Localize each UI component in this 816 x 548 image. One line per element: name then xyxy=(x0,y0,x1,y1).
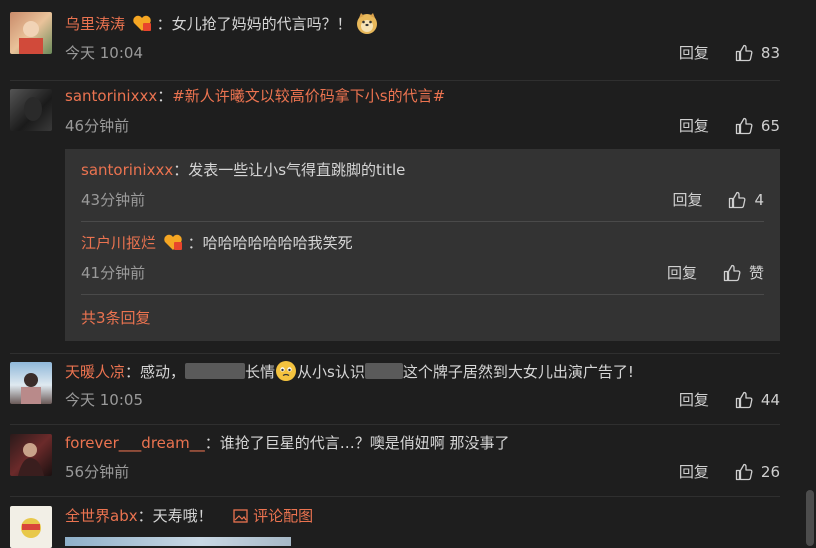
like-button[interactable]: 26 xyxy=(735,462,780,482)
like-button[interactable]: 83 xyxy=(735,43,780,63)
redacted-text xyxy=(364,363,403,379)
comment-actions: 回复 4 xyxy=(672,190,764,210)
comment-text: forever___dream__：谁抢了巨星的代言…？噢是俏妞啊 那没事了 xyxy=(65,433,509,453)
more-replies-link[interactable]: 共3条回复 xyxy=(81,307,151,328)
comment-body: 从小s认识 xyxy=(297,363,365,381)
comment-body: ：哈哈哈哈哈哈哈我笑死 xyxy=(187,234,353,252)
thumbs-up-icon xyxy=(735,463,753,481)
reply-button[interactable]: 回复 xyxy=(679,116,709,136)
like-button[interactable]: 赞 xyxy=(723,263,764,283)
avatar-image xyxy=(18,443,44,476)
comment-time: 56分钟前 xyxy=(65,463,130,481)
divider xyxy=(10,424,780,425)
comment-time: 43分钟前 xyxy=(81,191,146,209)
scrollbar[interactable] xyxy=(800,0,816,546)
reply-thread: santorinixxx：发表一些让小s气得直跳脚的title 43分钟前 回复… xyxy=(65,149,780,341)
avatar-image xyxy=(21,518,41,538)
comment-body: 这个牌子居然到大女儿出演广告了! xyxy=(402,363,634,381)
vip-badge-icon xyxy=(164,234,182,250)
reply-button[interactable]: 回复 xyxy=(667,263,697,283)
comment-3: 天暖人凉：感动， 长情 从小s认识 这个牌子居然到大女儿出演广告了! 今天 10:05… xyxy=(0,355,780,425)
avatar-image xyxy=(21,373,41,404)
comment-actions: 回复 赞 xyxy=(667,263,764,283)
reply-button[interactable]: 回复 xyxy=(679,462,709,482)
thumbs-up-icon xyxy=(735,117,753,135)
scrollbar-thumb[interactable] xyxy=(806,490,814,546)
comment-1: 乌里涛涛 ：女儿抢了妈妈的代言吗？！ 今天 10:04 回复 83 xyxy=(0,0,780,80)
comment-text: 全世界abx：天寿哦！ 评论配图 xyxy=(65,506,313,526)
comment-time: 46分钟前 xyxy=(65,117,130,135)
avatar[interactable] xyxy=(10,12,52,54)
avatar-image xyxy=(19,21,43,54)
reply-button[interactable]: 回复 xyxy=(679,390,709,410)
comment-image-preview[interactable] xyxy=(65,537,291,546)
comment-body: ：感动， xyxy=(125,363,186,381)
vip-badge-icon xyxy=(133,15,151,31)
avatar[interactable] xyxy=(10,89,52,131)
doge-emoji-icon xyxy=(357,13,378,34)
like-button[interactable]: 65 xyxy=(735,116,780,136)
like-count: 赞 xyxy=(748,264,764,282)
comment-body: 长情 xyxy=(245,363,276,381)
reply-button[interactable]: 回复 xyxy=(679,43,709,63)
comment-body: ：女儿抢了妈妈的代言吗？！ xyxy=(156,15,352,33)
username[interactable]: 天暖人凉 xyxy=(65,363,125,381)
comment-actions: 回复 26 xyxy=(679,462,780,482)
like-button[interactable]: 44 xyxy=(735,390,780,410)
divider xyxy=(10,496,780,497)
thumbs-up-icon xyxy=(729,191,746,209)
thumbs-up-icon xyxy=(735,44,753,62)
comment-actions: 回复 65 xyxy=(679,116,780,136)
divider xyxy=(10,80,780,81)
like-count: 44 xyxy=(760,391,780,409)
comment-time: 今天 10:04 xyxy=(65,44,143,62)
comment-4: forever___dream__：谁抢了巨星的代言…？噢是俏妞啊 那没事了 5… xyxy=(0,426,780,496)
image-link-label: 评论配图 xyxy=(253,507,314,525)
comment-body: ：天寿哦！ xyxy=(137,507,213,525)
username[interactable]: santorinixxx xyxy=(65,87,157,105)
comment-image-link[interactable]: 评论配图 xyxy=(233,507,313,525)
reply-button[interactable]: 回复 xyxy=(672,190,702,210)
comment-text: 乌里涛涛 ：女儿抢了妈妈的代言吗？！ xyxy=(65,12,378,34)
sub-reply-2: 江户川抠烂 ：哈哈哈哈哈哈哈我笑死 41分钟前 回复 赞 xyxy=(81,222,764,294)
comment-actions: 回复 83 xyxy=(679,43,780,63)
image-icon xyxy=(233,509,249,523)
redacted-text xyxy=(185,363,246,379)
like-count: 65 xyxy=(760,117,780,135)
like-button[interactable]: 4 xyxy=(728,190,764,210)
like-count: 26 xyxy=(760,463,780,481)
avatar[interactable] xyxy=(10,434,52,476)
sub-reply-1: santorinixxx：发表一些让小s气得直跳脚的title 43分钟前 回复… xyxy=(81,149,764,221)
hashtag-link[interactable]: #新人许曦文以较高价码拿下小s的代言# xyxy=(172,87,445,105)
thumbs-up-icon xyxy=(735,391,753,409)
comment-text: 天暖人凉：感动， 长情 从小s认识 这个牌子居然到大女儿出演广告了! xyxy=(65,360,634,382)
like-count: 4 xyxy=(754,191,764,209)
comment-time: 41分钟前 xyxy=(81,264,146,282)
comment-body: ： xyxy=(157,87,173,105)
comment-body: ：谁抢了巨星的代言…？噢是俏妞啊 那没事了 xyxy=(204,434,510,452)
avatar[interactable] xyxy=(10,362,52,404)
username[interactable]: 乌里涛涛 xyxy=(65,15,125,33)
like-count: 83 xyxy=(760,44,780,62)
comment-text: 江户川抠烂 ：哈哈哈哈哈哈哈我笑死 xyxy=(81,233,353,253)
divider xyxy=(10,353,780,354)
thumbs-up-icon xyxy=(723,264,741,282)
username[interactable]: 全世界abx xyxy=(65,507,138,525)
username[interactable]: santorinixxx xyxy=(81,161,173,179)
username[interactable]: forever___dream__ xyxy=(65,434,205,452)
comment-time: 今天 10:05 xyxy=(65,391,143,409)
comment-text: santorinixxx：#新人许曦文以较高价码拿下小s的代言# xyxy=(65,86,445,106)
username[interactable]: 江户川抠烂 xyxy=(81,234,156,252)
comment-body: ：发表一些让小s气得直跳脚的title xyxy=(173,161,406,179)
avatar-image xyxy=(24,97,42,121)
divider xyxy=(81,294,764,295)
comment-text: santorinixxx：发表一些让小s气得直跳脚的title xyxy=(81,160,405,180)
teary-face-emoji-icon xyxy=(276,361,297,381)
comment-actions: 回复 44 xyxy=(679,390,780,410)
avatar[interactable] xyxy=(10,506,52,548)
